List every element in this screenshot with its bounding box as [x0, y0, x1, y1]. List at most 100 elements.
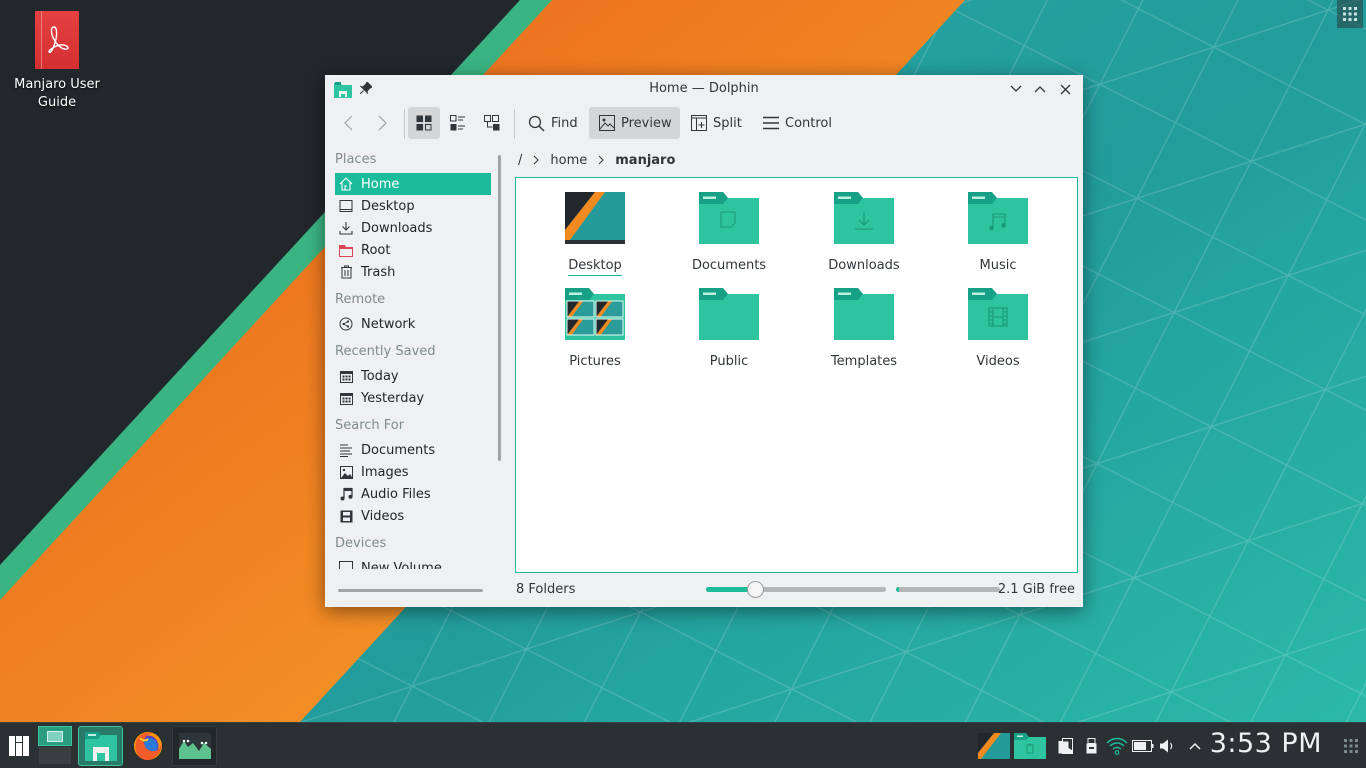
chevron-right-icon[interactable]	[598, 155, 604, 165]
sidebar-item-today[interactable]: Today	[335, 365, 491, 387]
breadcrumb-home[interactable]: home	[547, 153, 590, 168]
sidebar-vertical-scrollbar[interactable]	[498, 155, 501, 461]
tray-clipboard[interactable]	[1055, 726, 1075, 766]
tray-volume[interactable]	[1158, 726, 1176, 766]
zoom-slider[interactable]	[706, 581, 886, 598]
tray-usb-device[interactable]	[1082, 726, 1100, 766]
compact-view-button[interactable]	[442, 107, 474, 139]
sidebar-item-trash[interactable]: Trash	[335, 261, 491, 283]
section-header-search-for: Search For	[335, 418, 405, 433]
file-item-downloads[interactable]: Downloads	[799, 192, 929, 275]
minimize-button[interactable]	[1007, 80, 1025, 98]
maximize-button[interactable]	[1031, 80, 1049, 98]
tray-battery[interactable]	[1131, 726, 1155, 766]
file-item-music[interactable]: Music	[933, 192, 1063, 275]
preview-button[interactable]: Preview	[589, 107, 680, 139]
task-dolphin[interactable]	[78, 726, 123, 766]
file-item-videos[interactable]: Videos	[933, 288, 1063, 371]
desktop-toolbox-button[interactable]	[1337, 0, 1363, 28]
sidebar-item-home[interactable]: Home	[335, 173, 491, 195]
chevron-right-icon[interactable]	[533, 155, 540, 165]
folder-videos-icon	[968, 288, 1028, 344]
window-titlebar[interactable]: Home — Dolphin	[325, 75, 1083, 103]
breadcrumb-root[interactable]: /	[515, 153, 525, 168]
details-view-icon	[484, 115, 500, 131]
sidebar-item-search-documents[interactable]: Documents	[335, 439, 491, 461]
file-item-documents[interactable]: Documents	[664, 192, 794, 275]
preview-label: Preview	[621, 115, 672, 131]
section-header-devices: Devices	[335, 536, 387, 551]
close-button[interactable]	[1056, 80, 1074, 98]
pager-widget[interactable]	[38, 726, 72, 766]
file-item-public[interactable]: Public	[664, 288, 794, 371]
breadcrumb-current[interactable]: manjaro	[612, 153, 678, 168]
search-icon	[528, 115, 545, 131]
folder-icon	[834, 288, 894, 344]
sidebar-item-root[interactable]: Root	[335, 239, 491, 261]
sidebar-item-device[interactable]: New Volume	[335, 557, 491, 569]
find-button[interactable]: Find	[522, 107, 584, 139]
sidebar-item-network[interactable]: Network	[335, 313, 491, 335]
sidebar-horizontal-scrollbar[interactable]	[338, 589, 483, 592]
file-item-templates[interactable]: Templates	[799, 288, 929, 371]
tray-wallpaper-thumbnail[interactable]	[977, 726, 1010, 766]
music-note-icon	[339, 487, 353, 501]
desktop-icon	[339, 199, 353, 213]
volume-icon	[1159, 739, 1172, 753]
pager-desktop-2[interactable]	[38, 746, 72, 765]
chevron-up-icon	[1189, 742, 1201, 750]
task-system-monitor[interactable]	[172, 726, 217, 766]
split-view-icon	[691, 115, 707, 131]
network-icon	[339, 317, 353, 331]
zoom-slider-handle[interactable]	[746, 581, 764, 598]
control-menu-button[interactable]: Control	[757, 107, 838, 139]
file-name: Documents	[691, 258, 767, 273]
sidebar-item-search-audio[interactable]: Audio Files	[335, 483, 491, 505]
toolbar-separator	[514, 109, 515, 139]
pager-desktop-1[interactable]	[38, 726, 72, 746]
icons-view-button[interactable]	[408, 107, 440, 139]
split-button[interactable]: Split	[685, 107, 748, 139]
application-launcher[interactable]	[6, 726, 32, 766]
sidebar-item-search-videos[interactable]: Videos	[335, 505, 491, 527]
sidebar-item-label: Yesterday	[361, 390, 425, 406]
tray-trash-folder[interactable]	[1013, 726, 1047, 766]
section-header-remote: Remote	[335, 292, 386, 307]
system-monitor-icon	[178, 733, 211, 759]
file-name: Templates	[830, 354, 898, 369]
digital-clock[interactable]: 3:53 PM	[1210, 728, 1322, 759]
battery-icon	[1132, 740, 1154, 752]
details-view-button[interactable]	[476, 107, 508, 139]
sidebar-item-label: Videos	[361, 508, 405, 524]
sidebar-item-desktop[interactable]: Desktop	[335, 195, 491, 217]
sidebar-item-downloads[interactable]: Downloads	[335, 217, 491, 239]
pdf-document-icon	[35, 11, 79, 69]
main-toolbar: Find Preview Split Control	[325, 103, 1083, 143]
wallpaper-thumbnail-icon	[977, 733, 1010, 759]
chevron-left-icon	[343, 115, 352, 131]
sidebar-item-label: Desktop	[361, 198, 415, 214]
chevron-down-icon	[1010, 85, 1022, 92]
sidebar-item-yesterday[interactable]: Yesterday	[335, 387, 491, 409]
tray-wifi[interactable]	[1105, 726, 1129, 766]
dolphin-app-icon	[84, 732, 117, 761]
download-icon	[339, 221, 353, 235]
drive-icon	[339, 561, 353, 569]
panel-options-button[interactable]	[1341, 726, 1361, 766]
file-view[interactable]: Desktop Documents Downloads Music Pictur…	[515, 177, 1078, 573]
file-item-desktop[interactable]: Desktop	[530, 192, 660, 276]
status-bar: 8 Folders 2.1 GiB free	[515, 578, 1075, 600]
tray-expand-button[interactable]	[1186, 726, 1204, 766]
toolbar-separator	[404, 109, 405, 139]
forward-button[interactable]	[371, 107, 393, 139]
file-name: Pictures	[569, 354, 621, 369]
task-firefox[interactable]	[129, 726, 167, 766]
file-item-pictures[interactable]: Pictures	[530, 288, 660, 371]
desktop-icon-manjaro-user-guide[interactable]: Manjaro User Guide	[8, 8, 106, 112]
wifi-icon	[1106, 737, 1128, 755]
sidebar-item-search-images[interactable]: Images	[335, 461, 491, 483]
dolphin-window: Home — Dolphin Find Preview Split Contro…	[325, 75, 1083, 607]
folder-count: 8 Folders	[516, 581, 576, 597]
sidebar-item-label: Audio Files	[361, 486, 431, 502]
back-button[interactable]	[337, 107, 359, 139]
